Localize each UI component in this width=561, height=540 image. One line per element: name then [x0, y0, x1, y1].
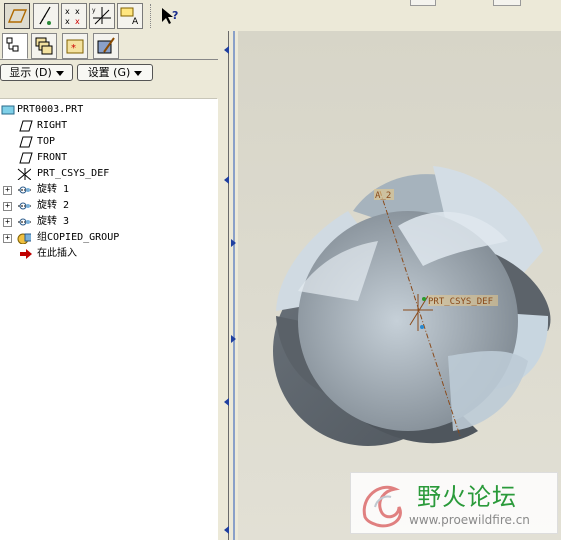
- svg-text:x: x: [65, 17, 70, 26]
- expand-icon[interactable]: +: [3, 202, 12, 211]
- settings-button-label: 设置 (G): [87, 66, 131, 79]
- expand-icon[interactable]: +: [3, 218, 12, 227]
- svg-text:A: A: [132, 17, 139, 27]
- tree-item-top[interactable]: TOP: [0, 134, 218, 150]
- tree-item-label: RIGHT: [37, 120, 68, 131]
- top-strip: [238, 0, 561, 31]
- revolve-icon: [18, 186, 31, 194]
- svg-text:y: y: [92, 7, 96, 14]
- model-tree: PRT0003.PRT RIGHT TOP FRONT PRT_CSYS_DEF…: [0, 99, 219, 540]
- forum-watermark: 野火论坛 www.proewildfire.cn: [350, 472, 558, 534]
- expand-right-icon[interactable]: [231, 335, 236, 343]
- datum-plane-icon: [19, 152, 33, 164]
- datum-plane-icon: [19, 120, 33, 132]
- svg-text:?: ?: [172, 9, 178, 22]
- csys-label: PRT_CSYS_DEF: [428, 297, 493, 307]
- tree-item-part[interactable]: PRT0003.PRT: [0, 102, 218, 118]
- part-model-render: A_2 PRT_CSYS_DEF: [273, 166, 551, 446]
- context-help-icon: ?: [162, 8, 178, 24]
- datum-plane-icon: [19, 136, 33, 148]
- svg-text:*: *: [71, 43, 76, 54]
- chevron-down-icon: [55, 70, 64, 76]
- group-icon: [17, 233, 31, 244]
- tree-item-front[interactable]: FRONT: [0, 150, 218, 166]
- expand-icon[interactable]: +: [3, 186, 12, 195]
- chevron-down-icon: [134, 70, 143, 76]
- tree-column-header: [0, 84, 217, 99]
- favorites-tab[interactable]: *: [62, 33, 88, 59]
- svg-text:x: x: [75, 17, 80, 26]
- axis-label: A_2: [375, 191, 391, 201]
- strip-button[interactable]: [410, 0, 436, 6]
- tree-item-label: FRONT: [37, 152, 68, 163]
- context-help-button[interactable]: ?: [160, 6, 182, 26]
- collapse-left-icon[interactable]: [224, 46, 229, 54]
- model-tree-icon: [6, 37, 19, 52]
- csys-icon: [17, 168, 31, 180]
- collapse-left-icon[interactable]: [224, 398, 229, 406]
- datum-plane-display-icon: [7, 9, 28, 23]
- revolve-icon: [18, 218, 31, 226]
- expand-icon[interactable]: +: [3, 234, 12, 243]
- graphics-viewport[interactable]: A_2 PRT_CSYS_DEF: [238, 31, 561, 540]
- tree-item-revolve-3[interactable]: + 旋转 3: [0, 214, 218, 230]
- datum-plane-display-button[interactable]: [4, 3, 30, 29]
- annotation-display-icon: A: [120, 7, 139, 27]
- tree-item-revolve-1[interactable]: + 旋转 1: [0, 182, 218, 198]
- tree-item-insert-here[interactable]: 在此插入: [0, 246, 218, 262]
- tree-item-label: 旋转 2: [37, 200, 70, 211]
- favorites-icon: *: [66, 39, 84, 54]
- svg-text:x: x: [75, 7, 80, 16]
- layers-tab[interactable]: [31, 33, 57, 59]
- splitter-line: [233, 31, 235, 540]
- tools-tab[interactable]: [93, 33, 119, 59]
- tree-item-label: PRT_CSYS_DEF: [37, 168, 110, 179]
- tree-item-copied-group[interactable]: + 组COPIED_GROUP: [0, 230, 218, 246]
- layers-icon: [35, 37, 53, 55]
- collapse-left-icon[interactable]: [224, 176, 229, 184]
- tree-item-label: 在此插入: [37, 248, 77, 259]
- tree-item-label: 旋转 1: [37, 184, 70, 195]
- tree-item-label: 组COPIED_GROUP: [37, 232, 120, 243]
- svg-text:x: x: [65, 7, 70, 16]
- coordinate-system-display-icon: y: [92, 7, 111, 25]
- strip-button[interactable]: [493, 0, 521, 6]
- model-tree-tab[interactable]: [2, 33, 28, 59]
- tree-item-label: TOP: [37, 136, 56, 147]
- splitter-line: [228, 31, 229, 540]
- tree-item-right[interactable]: RIGHT: [0, 118, 218, 134]
- datum-axis-display-icon: [39, 6, 51, 25]
- coordinate-system-display-button[interactable]: y: [89, 3, 115, 29]
- insert-here-arrow-icon: [20, 249, 32, 259]
- tools-icon: [97, 37, 115, 54]
- settings-dropdown-button[interactable]: 设置 (G): [77, 64, 153, 81]
- watermark-url: www.proewildfire.cn: [409, 513, 530, 527]
- tree-item-label: PRT0003.PRT: [17, 104, 84, 115]
- datum-axis-display-button[interactable]: [33, 3, 59, 29]
- show-button-label: 显示 (D): [9, 66, 52, 79]
- tab-divider: [0, 59, 220, 60]
- annotation-display-button[interactable]: A: [117, 3, 143, 29]
- collapse-left-icon[interactable]: [224, 526, 229, 534]
- datum-point-display-icon: x xx x: [65, 7, 80, 26]
- expand-right-icon[interactable]: [231, 239, 236, 247]
- tree-item-csys[interactable]: PRT_CSYS_DEF: [0, 166, 218, 182]
- datum-point-display-button[interactable]: xxxx: [61, 3, 87, 29]
- watermark-title: 野火论坛: [417, 483, 517, 511]
- revolve-icon: [18, 202, 31, 210]
- toolbar-separator: [150, 4, 152, 28]
- tree-item-label: 旋转 3: [37, 216, 70, 227]
- tree-item-revolve-2[interactable]: + 旋转 2: [0, 198, 218, 214]
- show-dropdown-button[interactable]: 显示 (D): [0, 64, 73, 81]
- flame-logo-icon: [362, 485, 402, 528]
- part-icon: [1, 105, 15, 115]
